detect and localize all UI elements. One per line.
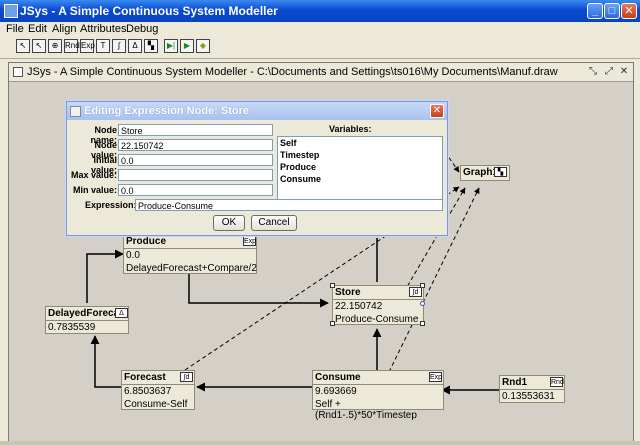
integral-icon: ∫d [409,287,422,297]
dialog-title: Editing Expression Node: Store [84,105,250,117]
variable-item[interactable]: Produce [278,161,442,173]
variable-item[interactable]: Self [278,137,442,149]
integral-icon: ∫d [180,372,193,382]
edit-node-dialog: Editing Expression Node: Store ✕ Node na… [66,101,448,236]
menu-attributes[interactable]: Attributes [80,23,126,35]
expression-node-icon[interactable]: Exp [80,39,95,53]
node-name: Produce [126,236,167,247]
app-icon [4,4,18,18]
link-produce-store [188,274,329,308]
doc-restore-icon[interactable]: ⤢ [603,66,615,78]
node-forecast[interactable]: Forecast ∫d 6.8503637 Consume-Self [121,370,195,410]
cancel-button[interactable]: Cancel [251,215,297,231]
node-rnd1[interactable]: Rnd1 Rnd 0.13553631 [499,375,565,403]
resize-handle[interactable] [330,321,335,326]
expression-label: Expression: [85,200,137,210]
resize-handle[interactable] [330,283,335,288]
minimize-button[interactable]: _ [587,3,603,19]
status-bar [0,441,640,445]
node-value: 0.7835539 [46,320,128,334]
menu-debug[interactable]: Debug [126,23,158,35]
min-value-label: Min value: [72,185,117,195]
max-value-field[interactable] [118,169,273,181]
document-title: JSys - A Simple Continuous System Modell… [27,66,558,78]
graph-icon: ▚ [494,167,507,177]
maximize-button[interactable]: □ [604,3,620,19]
link-delayed-produce [86,249,124,303]
node-expression: DelayedForecast+Compare/2 [126,263,257,274]
document-title-bar[interactable]: JSys - A Simple Continuous System Modell… [9,63,633,82]
node-expression: Produce-Consume [335,314,419,325]
graph-node-icon[interactable]: ▚ [144,39,158,53]
node-value: 6.8503637 [122,384,194,398]
doc-minimize-icon[interactable]: ⤡ [587,66,599,78]
dialog-title-bar[interactable]: Editing Expression Node: Store ✕ [67,102,447,120]
dialog-icon [70,106,81,117]
ok-button[interactable]: OK [213,215,245,231]
connector-handle[interactable] [420,301,425,306]
node-expression: Consume-Self [124,399,188,410]
delay-node-icon[interactable]: Δ [128,39,142,53]
node-name-field[interactable]: Store [118,124,273,136]
dialog-close-button[interactable]: ✕ [430,104,444,118]
node-produce[interactable]: Produce Exp 0.0 DelayedForecast+Compare/… [123,234,257,274]
node-store[interactable]: Store ∫d 22.150742 Produce-Consume [332,285,424,325]
variable-item[interactable]: Consume [278,173,442,185]
doc-close-icon[interactable]: ✕ [618,66,630,78]
expression-field[interactable]: Produce-Consume [135,199,443,211]
menu-edit[interactable]: Edit [28,23,47,35]
initial-value-field[interactable]: 0.0 [118,154,273,166]
expression-icon: Exp [243,236,257,246]
link-icon[interactable]: ⊕ [48,39,62,53]
variable-item[interactable]: Timestep [278,149,442,161]
node-value: 0.13553631 [500,389,564,403]
resize-handle[interactable] [420,321,425,326]
expression-icon: Exp [429,372,443,382]
variables-label: Variables: [329,124,372,134]
node-graph1[interactable]: Graph1 ▚ [460,165,510,181]
node-value: 22.150742 [333,299,423,313]
node-value-field[interactable]: 22.150742 [118,139,273,151]
integral-node-icon[interactable]: ∫ [112,39,126,53]
app-title-bar[interactable]: JSys - A Simple Continuous System Modell… [0,0,640,22]
node-expression: Self + (Rnd1-.5)*50*Timestep [315,399,417,421]
menu-align[interactable]: Align [52,23,76,35]
variables-list[interactable]: Self Timestep Produce Consume [277,136,443,200]
node-value: 9.693669 [313,384,443,398]
node-value: 0.0 [124,248,256,262]
run-to-icon[interactable]: ▶| [164,39,178,53]
pointer-icon[interactable]: ↖ [16,39,30,53]
min-value-field[interactable]: 0.0 [118,184,273,196]
menu-bar: File Edit Align Attributes Debug [0,22,640,36]
menu-file[interactable]: File [6,23,24,35]
stop-icon[interactable]: ◆ [196,39,210,53]
delay-icon: Δ [115,308,128,318]
resize-handle[interactable] [420,283,425,288]
max-value-label: Max value: [70,170,117,180]
node-name: Consume [315,372,361,383]
document-icon [13,67,23,77]
random-icon: Rnd [550,377,564,387]
text-icon[interactable]: T [96,39,110,53]
select-icon[interactable]: ↖ [32,39,46,53]
run-icon[interactable]: ▶ [180,39,194,53]
node-consume[interactable]: Consume Exp 9.693669 Self + (Rnd1-.5)*50… [312,370,444,421]
close-button[interactable]: ✕ [621,3,637,19]
app-title: JSys - A Simple Continuous System Modell… [20,4,278,18]
toolbar: ↖ ↖ ⊕ Rnd Exp T ∫ Δ ▚ ▶| ▶ ◆ [0,36,640,59]
random-node-icon[interactable]: Rnd [64,39,80,53]
node-delayedforecast[interactable]: DelayedForecast Δ 0.7835539 [45,306,129,334]
link-forecast-delayed [90,335,123,388]
